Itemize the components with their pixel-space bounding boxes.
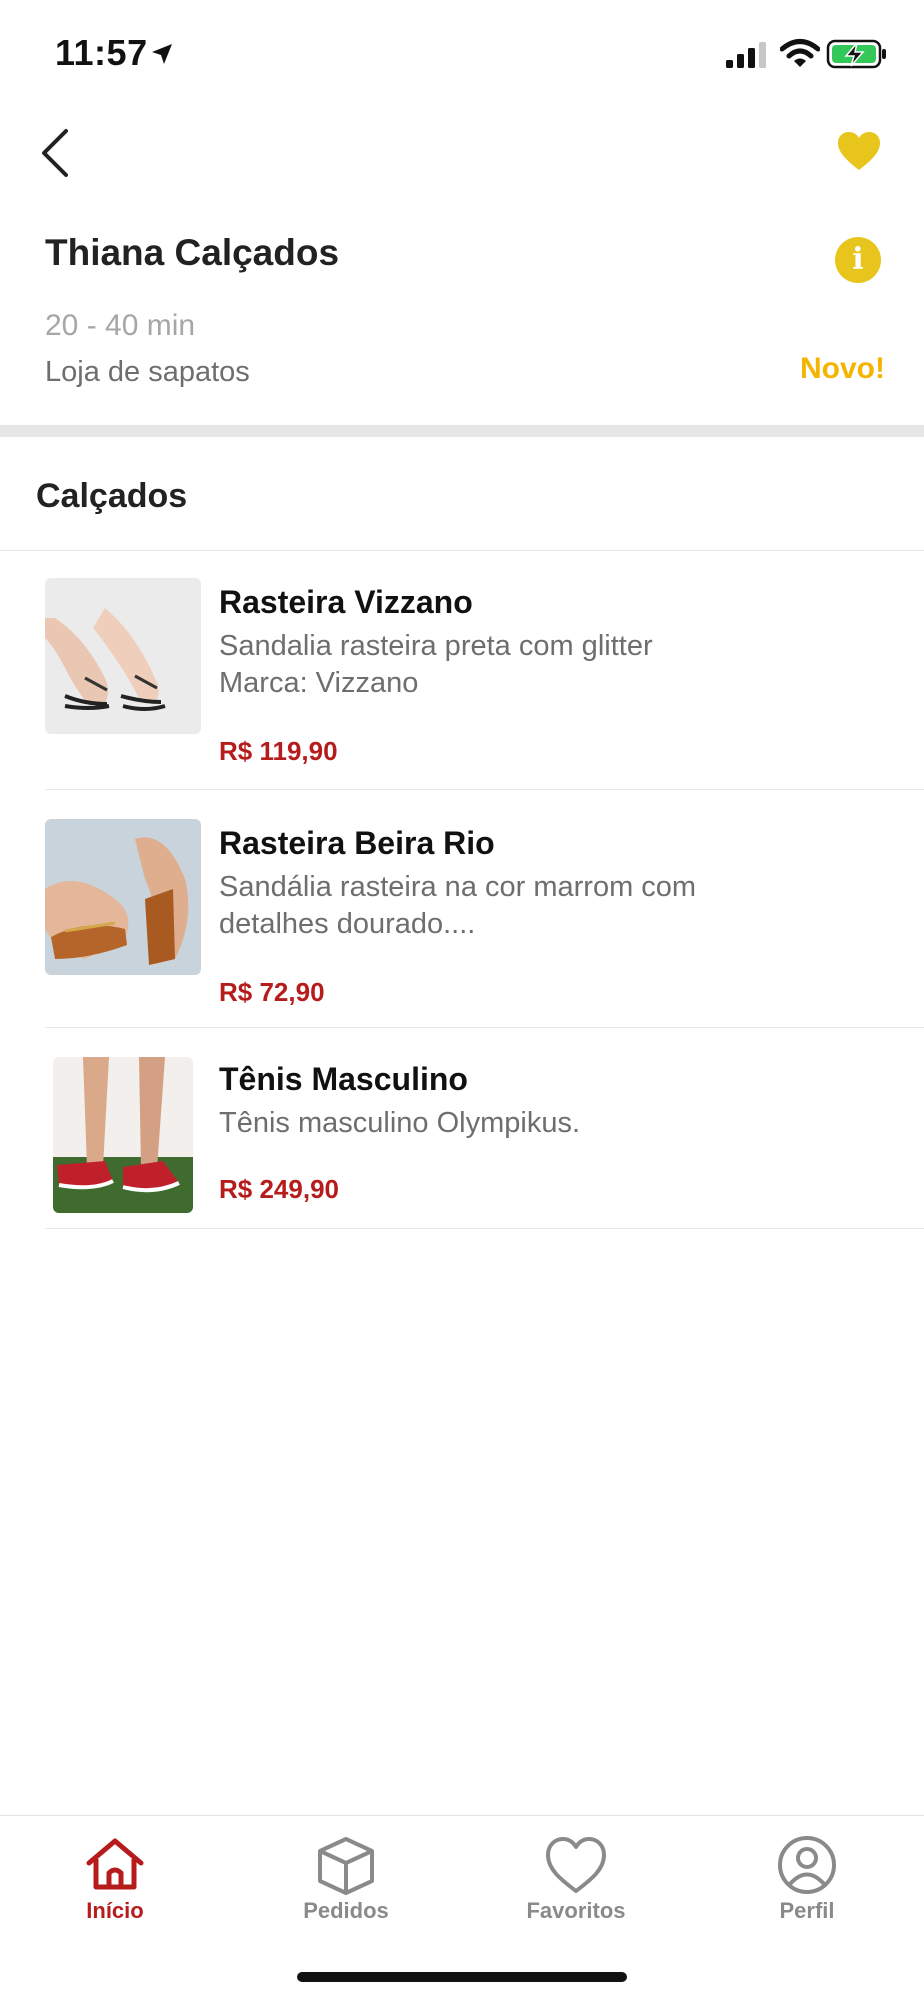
product-image: [45, 819, 201, 975]
section-separator: [0, 425, 924, 437]
product-description-line: Tênis masculino Olympikus.: [219, 1107, 580, 1139]
product-item[interactable]: Rasteira Beira Rio Sandália rasteira na …: [45, 819, 924, 1009]
divider: [0, 550, 924, 551]
divider: [45, 1228, 924, 1229]
box-icon: [318, 1837, 374, 1895]
tab-inicio[interactable]: Início: [35, 1835, 195, 1924]
tab-pedidos[interactable]: Pedidos: [266, 1835, 426, 1924]
product-item[interactable]: Rasteira Vizzano Sandalia rasteira preta…: [45, 578, 924, 768]
location-arrow-icon: [152, 44, 172, 64]
cellular-signal-icon: [726, 42, 766, 68]
divider: [45, 1027, 924, 1028]
tab-label: Perfil: [779, 1898, 835, 1923]
status-time: 11:57: [55, 32, 148, 73]
product-description: Sandalia rasteira preta com glitter Marc…: [219, 628, 739, 702]
product-image: [53, 1057, 193, 1213]
product-name: Rasteira Vizzano: [219, 584, 473, 620]
product-price: R$ 72,90: [219, 977, 325, 1007]
new-badge: Novo!: [800, 352, 885, 385]
product-name: Rasteira Beira Rio: [219, 825, 495, 861]
info-icon[interactable]: i: [835, 237, 881, 283]
delivery-time: 20 - 40 min: [45, 309, 196, 342]
product-item[interactable]: Tênis Masculino Tênis masculino Olympiku…: [45, 1057, 924, 1217]
tab-label: Pedidos: [303, 1898, 389, 1923]
product-description: Tênis masculino Olympikus.: [219, 1105, 739, 1142]
tab-favoritos[interactable]: Favoritos: [496, 1835, 656, 1924]
tab-perfil[interactable]: Perfil: [727, 1835, 887, 1924]
home-indicator[interactable]: [297, 1972, 627, 1982]
product-description-line: Sandália rasteira na cor marrom com: [219, 871, 697, 903]
product-price: R$ 249,90: [219, 1174, 339, 1204]
section-title: Calçados: [36, 477, 188, 515]
favorite-heart-icon[interactable]: [836, 130, 882, 172]
product-description-line: Sandalia rasteira preta com glitter: [219, 630, 653, 662]
product-description-line: detalhes dourado....: [219, 908, 476, 940]
heart-icon: [546, 1837, 606, 1893]
product-name: Tênis Masculino: [219, 1061, 468, 1097]
back-button[interactable]: [36, 125, 76, 181]
product-description: Sandália rasteira na cor marrom com deta…: [219, 869, 739, 943]
tab-label: Início: [86, 1898, 144, 1923]
store-category: Loja de sapatos: [45, 356, 250, 388]
divider: [45, 789, 924, 790]
product-price: R$ 119,90: [219, 736, 338, 766]
wifi-icon: [780, 39, 820, 67]
home-icon: [86, 1838, 144, 1890]
product-description-line: Marca: Vizzano: [219, 667, 419, 699]
store-name: Thiana Calçados: [45, 232, 340, 273]
tab-label: Favoritos: [526, 1898, 626, 1923]
user-icon: [778, 1836, 836, 1894]
battery-charging-icon: [826, 39, 886, 69]
tab-bar-border: [0, 1815, 924, 1816]
product-image: [45, 578, 201, 734]
